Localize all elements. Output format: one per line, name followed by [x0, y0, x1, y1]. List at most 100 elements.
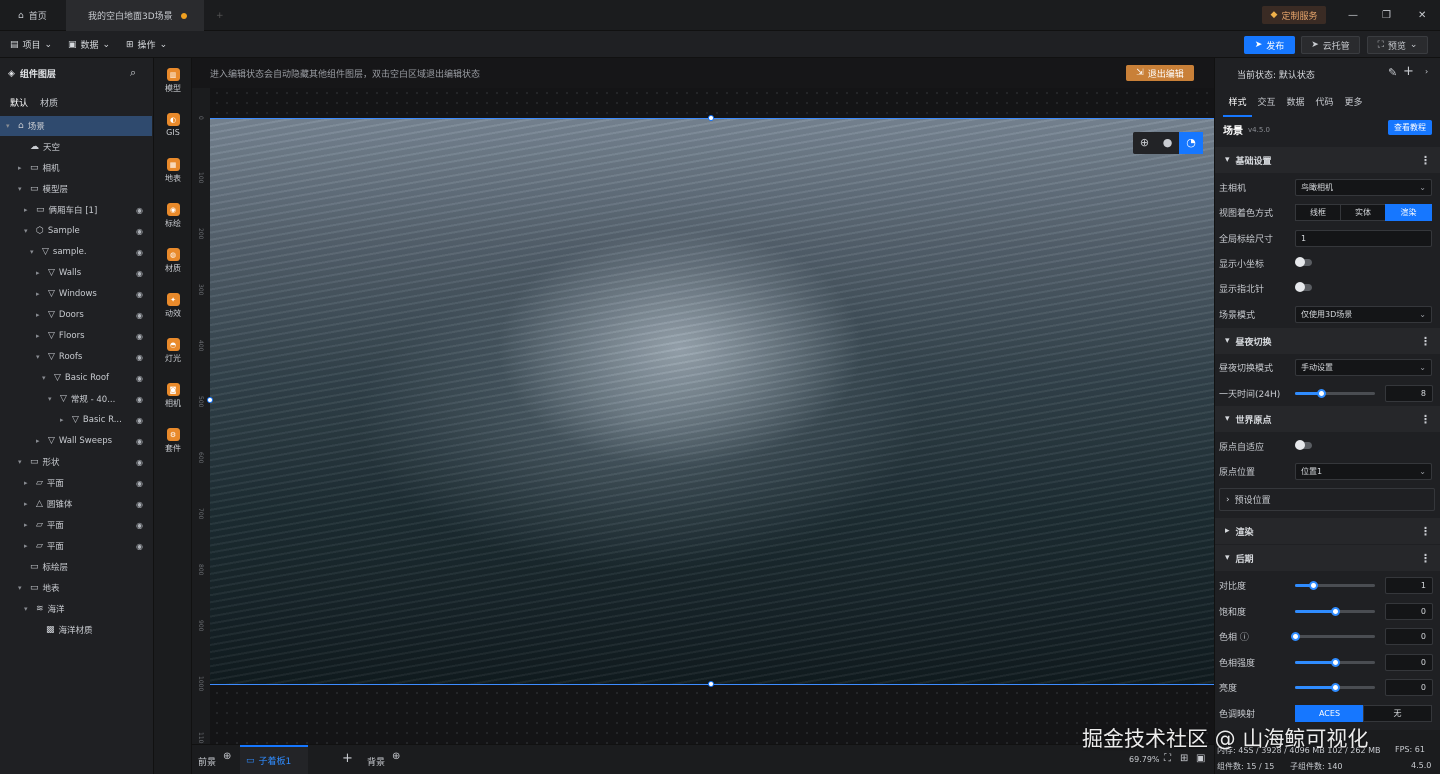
maximize-button[interactable]: ❐	[1372, 0, 1401, 31]
tutorial-button[interactable]: 查看教程	[1388, 120, 1432, 135]
section-origin[interactable]: ▾ 世界原点 ⋮	[1215, 406, 1440, 432]
expand-arrow-icon[interactable]: ▸	[24, 542, 32, 550]
slider-knob[interactable]	[1331, 683, 1340, 692]
layer-item[interactable]: ▭ 标绘层	[0, 557, 153, 577]
add-layer-button[interactable]: +	[342, 751, 353, 766]
add-icon[interactable]: ⊕	[223, 751, 231, 762]
visibility-icon[interactable]: ◉	[136, 227, 143, 236]
expand-arrow-icon[interactable]: ▸	[36, 332, 44, 340]
preview-button[interactable]: ⛶ 预览 ⌄	[1367, 36, 1428, 54]
edit-icon[interactable]: ✎	[1388, 66, 1397, 79]
visibility-icon[interactable]: ◉	[136, 395, 143, 404]
layer-item[interactable]: ▾ ⌂ 场景	[0, 116, 152, 136]
toolbox-item[interactable]: ◙ 相机	[154, 383, 192, 409]
layer-item[interactable]: ▾ ⬡ Sample ◉	[0, 221, 153, 241]
layer-item[interactable]: ▸ ▭ 俩厢车白 [1] ◉	[0, 200, 153, 220]
tab-code[interactable]: 代码	[1310, 93, 1339, 117]
expand-arrow-icon[interactable]: ▸	[36, 437, 44, 445]
day-time-input[interactable]: 8	[1385, 384, 1433, 402]
fit-screen-icon[interactable]: ⛶	[1164, 753, 1171, 764]
expand-arrow-icon[interactable]: ▸	[24, 479, 32, 487]
tab-data[interactable]: 数据	[1281, 93, 1310, 117]
tab-background[interactable]: 背景	[367, 755, 385, 768]
expand-arrow-icon[interactable]: ▾	[18, 185, 26, 193]
visibility-icon[interactable]: ◉	[136, 479, 143, 488]
new-tab-button[interactable]: +	[206, 0, 234, 31]
layer-item[interactable]: ☁ 天空	[0, 137, 153, 157]
layer-item[interactable]: ▾ ▭ 模型层	[0, 179, 153, 199]
custom-service-button[interactable]: ◆ 定制服务	[1262, 6, 1326, 24]
layer-item[interactable]: ▸ △ 圆锥体 ◉	[0, 494, 153, 514]
layer-item[interactable]: ▸ ▱ 平面 ◉	[0, 536, 153, 556]
brightness-slider[interactable]	[1295, 683, 1375, 692]
brightness-input[interactable]: 0	[1385, 678, 1433, 696]
tab-foreground[interactable]: 前景	[198, 755, 216, 768]
more-icon[interactable]: ⋮	[1420, 525, 1431, 538]
add-icon[interactable]: ⊕	[392, 751, 400, 762]
tab-layer-1[interactable]: ▭ 子着板1	[240, 745, 308, 774]
grid-icon[interactable]: ⊞	[1180, 753, 1188, 764]
saturation-slider[interactable]	[1295, 607, 1375, 616]
preset-position-collapse[interactable]: › 预设位置	[1219, 488, 1435, 511]
layer-item[interactable]: ▾ ≋ 海洋	[0, 599, 153, 619]
layer-item[interactable]: ▸ ▱ 平面 ◉	[0, 515, 153, 535]
more-icon[interactable]: ⋮	[1420, 413, 1431, 426]
visibility-icon[interactable]: ◉	[136, 290, 143, 299]
toolbox-item[interactable]: ▥ 模型	[154, 68, 192, 94]
shading-render[interactable]: 渲染	[1385, 203, 1432, 221]
slider-knob[interactable]	[1331, 658, 1340, 667]
ocean-scene[interactable]	[210, 118, 1214, 684]
tab-home[interactable]: ⌂ 首页	[8, 0, 57, 31]
expand-arrow-icon[interactable]: ▾	[18, 458, 26, 466]
shading-wireframe[interactable]: 线框	[1295, 203, 1341, 221]
menu-project[interactable]: ▤ 项目 ⌄	[10, 31, 52, 58]
visibility-icon[interactable]: ◉	[136, 311, 143, 320]
expand-arrow-icon[interactable]: ▾	[30, 248, 38, 256]
toolbox-item[interactable]: ◐ GIS	[154, 113, 192, 137]
section-basic[interactable]: ▾ 基础设置 ⋮	[1215, 147, 1440, 173]
toolbox-item[interactable]: ◍ 材质	[154, 248, 192, 274]
origin-adaptive-toggle[interactable]	[1295, 440, 1312, 450]
visibility-icon[interactable]: ◉	[136, 458, 143, 467]
contrast-slider[interactable]	[1295, 581, 1375, 590]
layer-item[interactable]: ▾ ▽ Roofs ◉	[0, 347, 153, 367]
toolbox-item[interactable]: ⚙ 套件	[154, 428, 192, 454]
layer-item[interactable]: ▸ ▽ Basic R... ◉	[0, 410, 153, 430]
hue-slider[interactable]	[1291, 632, 1375, 641]
expand-arrow-icon[interactable]: ▸	[36, 269, 44, 277]
layer-item[interactable]: ▾ ▽ Basic Roof ◉	[0, 368, 153, 388]
layer-item[interactable]: ▸ ▽ Floors ◉	[0, 326, 153, 346]
day-time-slider[interactable]	[1295, 389, 1375, 398]
close-button[interactable]: ✕	[1408, 0, 1436, 31]
layer-item[interactable]: ▾ ▽ 常规 - 40... ◉	[0, 389, 153, 409]
daynight-mode-select[interactable]: 手动设置 ⌄	[1295, 358, 1432, 376]
expand-arrow-icon[interactable]: ▸	[36, 311, 44, 319]
expand-arrow-icon[interactable]: ▸	[60, 416, 68, 424]
tab-more[interactable]: 更多	[1339, 93, 1368, 117]
layer-item[interactable]: ▸ ▽ Wall Sweeps ◉	[0, 431, 153, 451]
tab-material[interactable]: 材质	[40, 96, 58, 109]
wireframe-view-icon[interactable]: ⊕	[1133, 132, 1156, 154]
render-view-icon[interactable]: ◔	[1179, 132, 1203, 154]
layer-item[interactable]: ▸ ▭ 相机	[0, 158, 153, 178]
minimize-button[interactable]: —	[1338, 0, 1368, 31]
visibility-icon[interactable]: ◉	[136, 206, 143, 215]
slider-knob[interactable]	[1308, 581, 1318, 590]
saturation-input[interactable]: 0	[1385, 602, 1433, 620]
expand-arrow-icon[interactable]: ▸	[24, 500, 32, 508]
search-icon[interactable]: ⌕	[130, 66, 136, 80]
toolbox-item[interactable]: ▦ 地表	[154, 158, 192, 184]
layer-item[interactable]: ▾ ▭ 形状 ◉	[0, 452, 153, 472]
expand-arrow-icon[interactable]: ▾	[24, 605, 32, 613]
toolbox-item[interactable]: ◓ 灯光	[154, 338, 192, 364]
slider-knob[interactable]	[1317, 389, 1327, 398]
visibility-icon[interactable]: ◉	[136, 521, 143, 530]
tonemap-aces[interactable]: ACES	[1295, 704, 1364, 722]
layer-item[interactable]: ▩ 海洋材质	[0, 620, 153, 640]
scene-mode-select[interactable]: 仅使用3D场景 ⌄	[1295, 305, 1432, 323]
expand-arrow-icon[interactable]: ▸	[36, 290, 44, 298]
section-render[interactable]: ▸ 渲染 ⋮	[1215, 518, 1440, 544]
visibility-icon[interactable]: ◉	[136, 269, 143, 278]
expand-arrow-icon[interactable]: ▾	[18, 584, 26, 592]
tab-default[interactable]: 默认	[10, 96, 28, 109]
